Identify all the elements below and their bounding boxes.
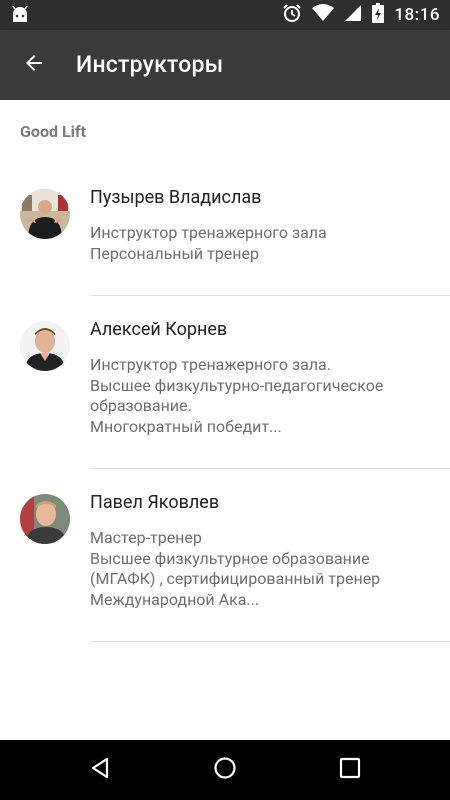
avatar	[20, 189, 70, 239]
alarm-icon	[282, 3, 302, 27]
back-button[interactable]	[14, 45, 54, 85]
list-item[interactable]: Павел Яковлев Мастер-тренер Высшее физку…	[0, 469, 450, 641]
signal-icon	[344, 4, 362, 26]
instructor-description: Инструктор тренажерного зала. Высшее физ…	[90, 355, 384, 436]
divider	[90, 641, 450, 642]
instructors-list: Good Lift Пузырев Владислав Инструктор т…	[0, 100, 450, 740]
recents-square-icon	[339, 757, 361, 783]
nav-home-button[interactable]	[205, 750, 245, 790]
list-item[interactable]: Пузырев Владислав Инструктор тренажерног…	[0, 160, 450, 296]
back-triangle-icon	[89, 757, 111, 783]
instructor-name: Пузырев Владислав	[90, 187, 262, 208]
app-bar: Инструкторы	[0, 30, 450, 100]
nav-recents-button[interactable]	[330, 750, 370, 790]
home-circle-icon	[213, 756, 237, 784]
instructor-description: Инструктор тренажерного зала Персональны…	[90, 223, 327, 263]
page-title: Инструкторы	[76, 51, 224, 78]
avatar	[20, 494, 70, 544]
instructor-name: Алексей Корнев	[90, 319, 228, 340]
list-item[interactable]: Алексей Корнев Инструктор тренажерного з…	[0, 296, 450, 468]
instructor-description: Мастер-тренер Высшее физкультурное образ…	[90, 528, 381, 609]
instructor-name: Павел Яковлев	[90, 492, 220, 513]
battery-icon	[372, 3, 385, 27]
avatar	[20, 321, 70, 371]
status-bar: 18:16	[0, 0, 450, 30]
navigation-bar	[0, 740, 450, 800]
android-icon	[10, 5, 30, 24]
arrow-back-icon	[22, 51, 46, 79]
status-time: 18:16	[394, 5, 440, 25]
wifi-icon	[312, 4, 335, 26]
section-header: Good Lift	[20, 122, 86, 141]
nav-back-button[interactable]	[80, 750, 120, 790]
